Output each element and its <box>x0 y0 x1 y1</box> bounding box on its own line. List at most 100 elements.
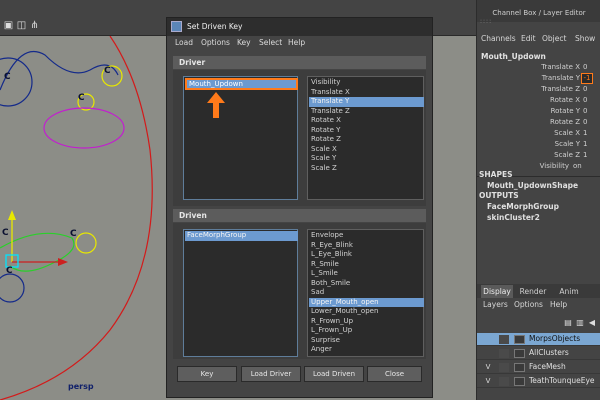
attr-value-active[interactable]: -1 <box>581 73 593 84</box>
menu-options[interactable]: Options <box>514 300 543 309</box>
driver-object-list[interactable]: Mouth_Updown <box>183 76 298 200</box>
mouth-ellipse[interactable] <box>43 107 125 149</box>
attr-value[interactable]: 0 <box>583 118 587 126</box>
cube-wire-icon[interactable]: ◫ <box>16 20 27 31</box>
driver-attr-item[interactable]: Rotate X <box>309 116 424 126</box>
shape-item[interactable]: Mouth_UpdownShape <box>487 181 578 190</box>
driven-attr-item[interactable]: Both_Smile <box>309 279 424 289</box>
tab-anim[interactable]: Anim <box>555 285 583 298</box>
layer-row[interactable]: V FaceMesh <box>477 361 600 374</box>
menu-key[interactable]: Key <box>237 38 251 47</box>
attr-row[interactable]: Translate Y -1 <box>477 73 600 85</box>
menu-channels[interactable]: Channels <box>481 34 516 43</box>
driver-attribute-list[interactable]: Visibility Translate X Translate Y Trans… <box>307 76 424 200</box>
layer-options-icon[interactable]: ◀ <box>587 318 597 328</box>
driver-attr-item[interactable]: Translate X <box>309 88 424 98</box>
driver-attr-item[interactable]: Translate Z <box>309 107 424 117</box>
attr-row[interactable]: Rotate Z0 <box>477 118 600 129</box>
menu-edit[interactable]: Edit <box>521 34 536 43</box>
translate-y-arrow[interactable] <box>8 210 16 220</box>
control-circle[interactable] <box>75 232 97 254</box>
driven-attr-item[interactable]: Lower_Mouth_open <box>309 307 424 317</box>
driven-attr-item[interactable]: R_Smile <box>309 260 424 270</box>
driver-attr-item[interactable]: Scale Y <box>309 154 424 164</box>
drag-handle-icon[interactable]: :::: <box>480 9 492 35</box>
driven-attr-item[interactable]: Sad <box>309 288 424 298</box>
menu-layers[interactable]: Layers <box>483 300 508 309</box>
driven-attr-item[interactable]: L_Frown_Up <box>309 326 424 336</box>
driver-header[interactable]: Driver <box>173 56 426 69</box>
driven-attribute-list[interactable]: Envelope R_Eye_Blink L_Eye_Blink R_Smile… <box>307 229 424 357</box>
driven-attr-item[interactable]: Surprise <box>309 336 424 346</box>
attr-value[interactable]: 0 <box>583 107 587 115</box>
load-driver-button[interactable]: Load Driver <box>241 366 301 382</box>
driver-attr-item[interactable]: Scale Z <box>309 164 424 174</box>
driver-attr-item[interactable]: Visibility <box>309 78 424 88</box>
attr-row[interactable]: Translate Z0 <box>477 85 600 96</box>
reference-toggle[interactable] <box>499 335 509 344</box>
visibility-toggle[interactable] <box>483 349 493 358</box>
driven-header[interactable]: Driven <box>173 209 426 222</box>
red-curve[interactable] <box>0 36 153 400</box>
control-circle[interactable] <box>0 57 33 107</box>
driver-attr-item[interactable]: Scale X <box>309 145 424 155</box>
driven-attr-item[interactable]: Anger <box>309 345 424 355</box>
output-item[interactable]: skinCluster2 <box>487 213 540 222</box>
attr-value[interactable]: 0 <box>583 85 587 93</box>
visibility-toggle[interactable] <box>483 335 493 344</box>
tab-render[interactable]: Render <box>517 285 549 298</box>
key-button[interactable]: Key <box>177 366 237 382</box>
menu-select[interactable]: Select <box>259 38 282 47</box>
attr-row[interactable]: Scale X1 <box>477 129 600 140</box>
driver-object-item[interactable]: Mouth_Updown <box>185 78 298 90</box>
menu-load[interactable]: Load <box>175 38 193 47</box>
attr-row[interactable]: Rotate Y0 <box>477 107 600 118</box>
layer-row[interactable]: AllClusters <box>477 347 600 360</box>
driven-attr-item[interactable]: L_Smile <box>309 269 424 279</box>
driven-object-list[interactable]: FaceMorphGroup <box>183 229 298 357</box>
driver-attr-item[interactable]: Rotate Z <box>309 135 424 145</box>
attr-row[interactable]: Rotate X0 <box>477 96 600 107</box>
layer-row[interactable]: MorpsObjects <box>477 333 600 346</box>
control-circle[interactable] <box>0 273 25 303</box>
menu-options[interactable]: Options <box>201 38 230 47</box>
menu-help[interactable]: Help <box>288 38 305 47</box>
driven-attr-item[interactable]: L_Eye_Blink <box>309 250 424 260</box>
attr-value[interactable]: on <box>573 162 582 170</box>
driven-object-item[interactable]: FaceMorphGroup <box>185 231 298 241</box>
tab-display[interactable]: Display <box>481 285 513 298</box>
driven-attr-item[interactable]: Envelope <box>309 231 424 241</box>
reference-toggle[interactable] <box>499 349 509 358</box>
driver-attr-item[interactable]: Translate Y <box>309 97 424 107</box>
attr-value[interactable]: 1 <box>583 129 587 137</box>
output-item[interactable]: FaceMorphGroup <box>487 202 559 211</box>
cube-icon[interactable]: ▣ <box>3 20 14 31</box>
layer-color-swatch[interactable] <box>514 363 525 372</box>
new-layer-icon[interactable]: ▤ <box>563 318 573 328</box>
translate-x-arrow[interactable] <box>58 258 68 266</box>
layer-color-swatch[interactable] <box>514 377 525 386</box>
menu-object[interactable]: Object <box>542 34 566 43</box>
attr-value[interactable]: 0 <box>583 96 587 104</box>
driven-attr-item[interactable]: R_Eye_Blink <box>309 241 424 251</box>
attr-value[interactable]: 1 <box>583 151 587 159</box>
window-titlebar[interactable]: Set Driven Key <box>167 18 432 36</box>
reference-toggle[interactable] <box>499 377 509 386</box>
share-icon[interactable]: ⋔ <box>29 20 40 31</box>
eye-curve[interactable] <box>0 50 119 91</box>
object-name[interactable]: Mouth_Updown <box>481 52 546 61</box>
driver-attr-item[interactable]: Rotate Y <box>309 126 424 136</box>
attr-value[interactable]: 1 <box>583 140 587 148</box>
driven-attr-item[interactable]: R_Frown_Up <box>309 317 424 327</box>
layer-row[interactable]: V TeathTounqueEye <box>477 375 600 388</box>
driven-attr-item[interactable]: Upper_Mouth_open <box>309 297 424 307</box>
close-button[interactable]: Close <box>367 366 422 382</box>
layer-color-swatch[interactable] <box>514 349 525 358</box>
menu-help[interactable]: Help <box>550 300 567 309</box>
attr-value[interactable]: 0 <box>583 63 587 71</box>
layer-color-swatch[interactable] <box>514 335 525 344</box>
new-layer-selected-icon[interactable]: ▥ <box>575 318 585 328</box>
menu-show[interactable]: Show <box>575 34 595 43</box>
visibility-toggle[interactable]: V <box>483 377 493 386</box>
attr-row[interactable]: Scale Z1 <box>477 151 600 162</box>
